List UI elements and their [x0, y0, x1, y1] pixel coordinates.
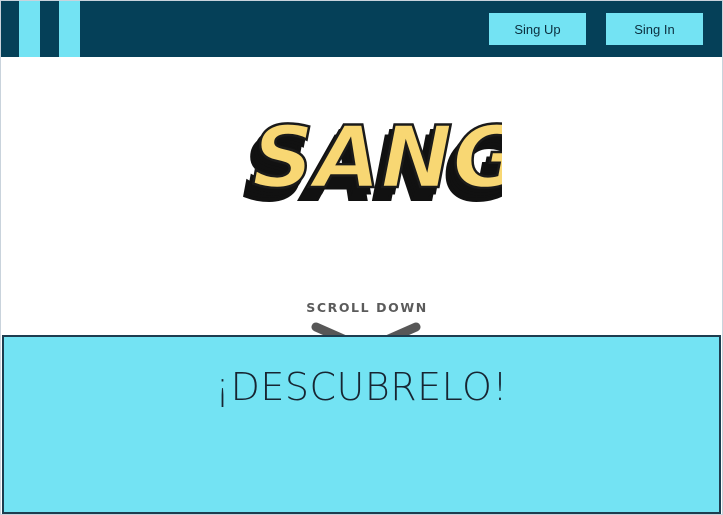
logo-bar-icon	[59, 1, 80, 57]
top-nav-bar: Sing Up Sing In	[1, 1, 722, 57]
sign-up-button[interactable]: Sing Up	[489, 13, 586, 45]
discover-section: ¡DESCUBRELO!	[2, 335, 721, 514]
discover-title: ¡DESCUBRELO!	[214, 365, 509, 409]
brand-logo: SANGI SANGI SANGI	[242, 107, 502, 211]
sign-in-button[interactable]: Sing In	[606, 13, 703, 45]
logo-bar-icon	[19, 1, 40, 57]
hero-section: SANGI SANGI SANGI SCROLL DOWN	[1, 57, 722, 354]
brand-logo-text: SANGI	[252, 108, 502, 208]
page: Sing Up Sing In SANGI SANGI SANGI SCROLL…	[0, 0, 723, 515]
scroll-down-label: SCROLL DOWN	[306, 300, 428, 315]
